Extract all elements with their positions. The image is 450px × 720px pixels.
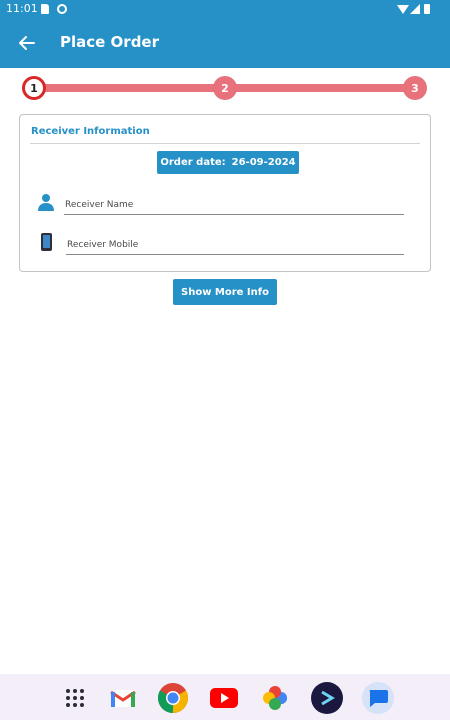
phone-icon [41, 233, 52, 251]
wifi-icon [397, 5, 409, 14]
show-more-info-button[interactable]: Show More Info [173, 279, 277, 305]
battery-icon [424, 4, 430, 14]
step-1[interactable]: 1 [22, 76, 46, 100]
app-bar: Place Order [0, 18, 450, 68]
receiver-mobile-row [38, 231, 404, 257]
shield-icon [57, 4, 67, 14]
page-title: Place Order [60, 33, 160, 51]
card-divider [30, 143, 420, 144]
youtube-icon[interactable] [208, 682, 240, 714]
receiver-name-input[interactable] [64, 195, 404, 215]
signal-icon [410, 4, 420, 14]
step-2[interactable]: 2 [213, 76, 237, 100]
order-date-badge: Order date: 26-09-2024 [157, 151, 299, 174]
step-3[interactable]: 3 [403, 76, 427, 100]
chrome-icon[interactable] [157, 682, 189, 714]
app-dock [0, 674, 450, 720]
status-time: 11:01 [6, 2, 38, 15]
app-drawer-icon[interactable] [59, 682, 91, 714]
sd-card-icon [41, 4, 49, 14]
order-date-label: Order date: [160, 157, 226, 168]
shyft-app-icon[interactable] [311, 682, 343, 714]
person-icon [38, 194, 54, 211]
place-order-screen: 11:01 Place Order 1 2 3 Receiver Informa… [0, 0, 450, 720]
photos-icon[interactable] [259, 682, 291, 714]
receiver-name-row [38, 191, 404, 217]
receiver-info-card: Receiver Information Order date: 26-09-2… [19, 114, 431, 272]
order-date-value: 26-09-2024 [231, 157, 296, 168]
back-button[interactable] [14, 30, 40, 56]
card-title: Receiver Information [31, 126, 150, 137]
gmail-icon[interactable] [107, 682, 139, 714]
messages-icon[interactable] [362, 682, 394, 714]
order-stepper: 1 2 3 [22, 76, 428, 102]
receiver-mobile-input[interactable] [66, 235, 404, 255]
status-bar: 11:01 [0, 0, 450, 18]
arrow-back-icon [19, 36, 35, 50]
